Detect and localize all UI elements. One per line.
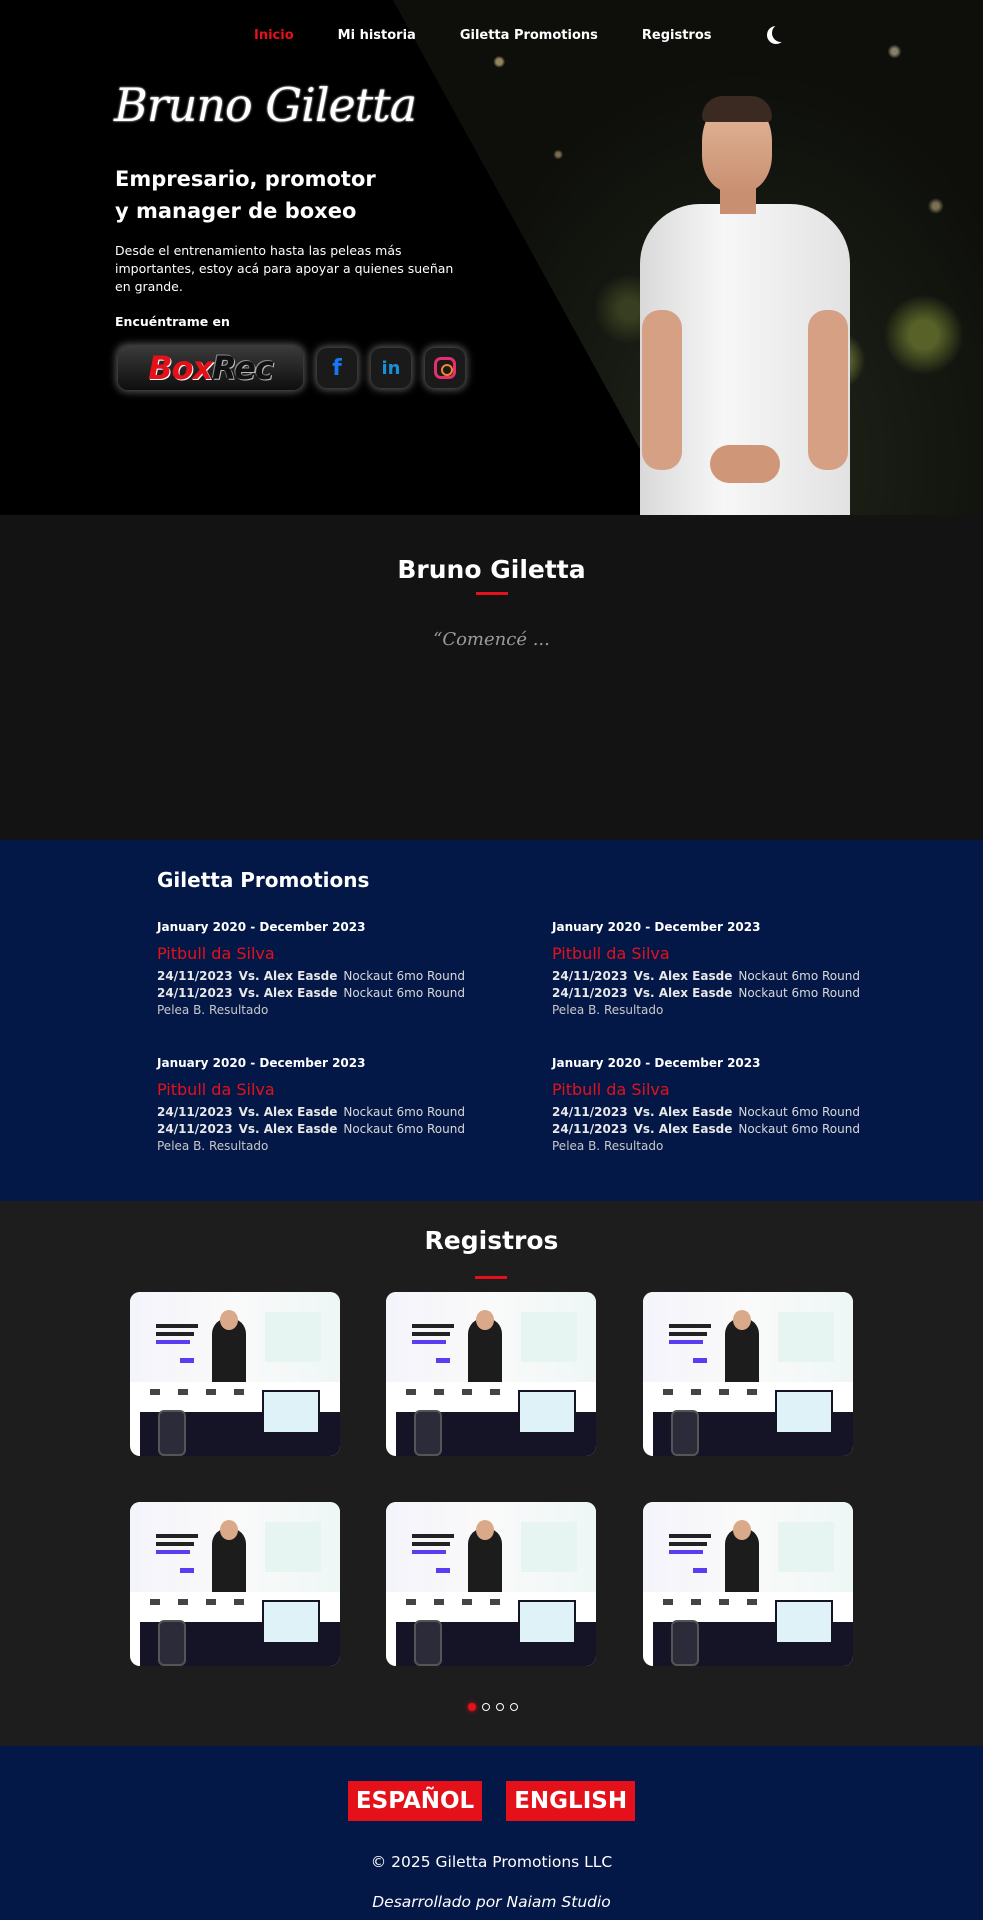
fight-result: Nockaut 6mo Round: [343, 1105, 465, 1119]
fight-opponent: Vs. Alex Easde: [633, 1105, 733, 1119]
title-underline: [475, 1276, 507, 1279]
fighter-name: Pitbull da Silva: [157, 944, 275, 963]
fight-row: 24/11/2023 Vs. Alex Easde Nockaut 6mo Roun…: [552, 986, 872, 1000]
carousel-dot[interactable]: [468, 1703, 476, 1711]
fight-row: 24/11/2023 Vs. Alex Easde Nockaut 6mo Roun…: [552, 1105, 872, 1119]
fight-date: 24/11/2023: [157, 986, 233, 1000]
hero-title: Empresario, promotor y manager de boxeo: [115, 163, 415, 227]
copyright-text: © 2025 Giletta Promotions LLC: [370, 1853, 613, 1871]
fight-date: 24/11/2023: [552, 986, 628, 1000]
developed-by-text: Desarrollado por Naiam Studio: [372, 1893, 611, 1911]
promotions-section: Giletta Promotions January 2020 - Decemb…: [0, 840, 983, 1201]
fight-result: Nockaut 6mo Round: [343, 969, 465, 983]
carousel-dot[interactable]: [510, 1703, 518, 1711]
records-title: Registros: [424, 1226, 559, 1255]
fight-opponent: Vs. Alex Easde: [238, 969, 338, 983]
bio-quote: “Comencé ...: [433, 629, 550, 650]
bio-section: Bruno Giletta “Comencé ...: [0, 515, 983, 840]
fight-opponent: Vs. Alex Easde: [238, 1105, 338, 1119]
fight-result: Nockaut 6mo Round: [738, 986, 860, 1000]
record-thumbnail[interactable]: [643, 1502, 853, 1666]
fight-opponent: Vs. Alex Easde: [633, 969, 733, 983]
fight-opponent: Vs. Alex Easde: [633, 986, 733, 1000]
footer: ESPAÑOL ENGLISH © 2025 Giletta Promotion…: [0, 1746, 983, 1920]
linkedin-icon[interactable]: in: [371, 348, 411, 388]
promotions-title: Giletta Promotions: [157, 868, 370, 892]
carousel-dot[interactable]: [482, 1703, 490, 1711]
fight-result: Nockaut 6mo Round: [343, 986, 465, 1000]
nav-item-registros[interactable]: Registros: [642, 28, 712, 43]
promotion-dates: January 2020 - December 2023: [552, 1056, 761, 1070]
bio-title: Bruno Giletta: [397, 555, 586, 584]
hero-portrait: [640, 96, 850, 515]
social-links: Box Rec f in: [118, 346, 465, 390]
promotion-dates: January 2020 - December 2023: [552, 920, 761, 934]
fight-date: 24/11/2023: [552, 1105, 628, 1119]
nav-item-mi-historia[interactable]: Mi historia: [338, 28, 416, 43]
fight-row: 24/11/2023 Vs. Alex Easde Nockaut 6mo Roun…: [157, 986, 477, 1000]
record-thumbnail[interactable]: [386, 1292, 596, 1456]
carousel-dots: [468, 1703, 518, 1711]
title-underline: [475, 592, 508, 595]
promotion-dates: January 2020 - December 2023: [157, 1056, 366, 1070]
fight-row: 24/11/2023 Vs. Alex Easde Nockaut 6mo Roun…: [157, 1122, 477, 1136]
fight-result: Nockaut 6mo Round: [738, 1122, 860, 1136]
boxrec-link[interactable]: Box Rec: [118, 346, 303, 390]
fight-result: Nockaut 6mo Round: [738, 969, 860, 983]
carousel-dot[interactable]: [496, 1703, 504, 1711]
fight-row: 24/11/2023 Vs. Alex Easde Nockaut 6mo Roun…: [552, 1122, 872, 1136]
fighter-name: Pitbull da Silva: [157, 1080, 275, 1099]
record-thumbnail[interactable]: [130, 1292, 340, 1456]
record-thumbnail[interactable]: [130, 1502, 340, 1666]
fight-opponent: Vs. Alex Easde: [633, 1122, 733, 1136]
lang-es-button[interactable]: ESPAÑOL: [347, 1781, 483, 1821]
find-me-label: Encuéntrame en: [115, 314, 230, 329]
moon-icon[interactable]: [772, 24, 790, 42]
fight-date: 24/11/2023: [157, 1122, 233, 1136]
fight-row: 24/11/2023 Vs. Alex Easde Nockaut 6mo Roun…: [157, 969, 477, 983]
record-thumbnail[interactable]: [643, 1292, 853, 1456]
main-nav: Inicio Mi historia Giletta Promotions Re…: [254, 26, 784, 44]
fighter-name: Pitbull da Silva: [552, 1080, 670, 1099]
fight-date: 24/11/2023: [157, 969, 233, 983]
hero-description: Desde el entrenamiento hasta las peleas …: [115, 243, 454, 294]
fight-result: Nockaut 6mo Round: [738, 1105, 860, 1119]
fight-row: 24/11/2023 Vs. Alex Easde Nockaut 6mo Roun…: [157, 1105, 477, 1119]
language-switcher: ESPAÑOL ENGLISH: [0, 1781, 983, 1821]
nav-item-giletta-promotions[interactable]: Giletta Promotions: [460, 28, 598, 43]
promotion-card: January 2020 - December 2023 Pitbull da …: [552, 920, 872, 1017]
fight-date: 24/11/2023: [157, 1105, 233, 1119]
fight-date: 24/11/2023: [552, 1122, 628, 1136]
fight-opponent: Vs. Alex Easde: [238, 986, 338, 1000]
fight-opponent: Vs. Alex Easde: [238, 1122, 338, 1136]
promotion-card: January 2020 - December 2023 Pitbull da …: [552, 1056, 872, 1153]
instagram-icon[interactable]: [425, 348, 465, 388]
fight-summary: Pelea B. Resultado: [157, 1139, 269, 1153]
fight-row: 24/11/2023 Vs. Alex Easde Nockaut 6mo Roun…: [552, 969, 872, 983]
promotion-card: January 2020 - December 2023 Pitbull da …: [157, 1056, 477, 1153]
hero-section: Inicio Mi historia Giletta Promotions Re…: [0, 0, 983, 515]
boxrec-logo-part1: Box: [148, 349, 213, 387]
record-thumbnail[interactable]: [386, 1502, 596, 1666]
facebook-icon[interactable]: f: [317, 348, 357, 388]
fight-date: 24/11/2023: [552, 969, 628, 983]
promotion-dates: January 2020 - December 2023: [157, 920, 366, 934]
fight-result: Nockaut 6mo Round: [343, 1122, 465, 1136]
hero-title-line2: y manager de boxeo: [115, 199, 357, 223]
nav-item-inicio[interactable]: Inicio: [254, 28, 294, 43]
boxrec-logo-part2: Rec: [212, 349, 274, 387]
fight-summary: Pelea B. Resultado: [157, 1003, 269, 1017]
lang-en-button[interactable]: ENGLISH: [506, 1781, 636, 1821]
signature-logo: Bruno Giletta: [114, 78, 417, 132]
records-section: Registros: [0, 1201, 983, 1746]
fight-summary: Pelea B. Resultado: [552, 1003, 664, 1017]
promotion-card: January 2020 - December 2023 Pitbull da …: [157, 920, 477, 1017]
fight-summary: Pelea B. Resultado: [552, 1139, 664, 1153]
hero-title-line1: Empresario, promotor: [115, 167, 376, 191]
fighter-name: Pitbull da Silva: [552, 944, 670, 963]
